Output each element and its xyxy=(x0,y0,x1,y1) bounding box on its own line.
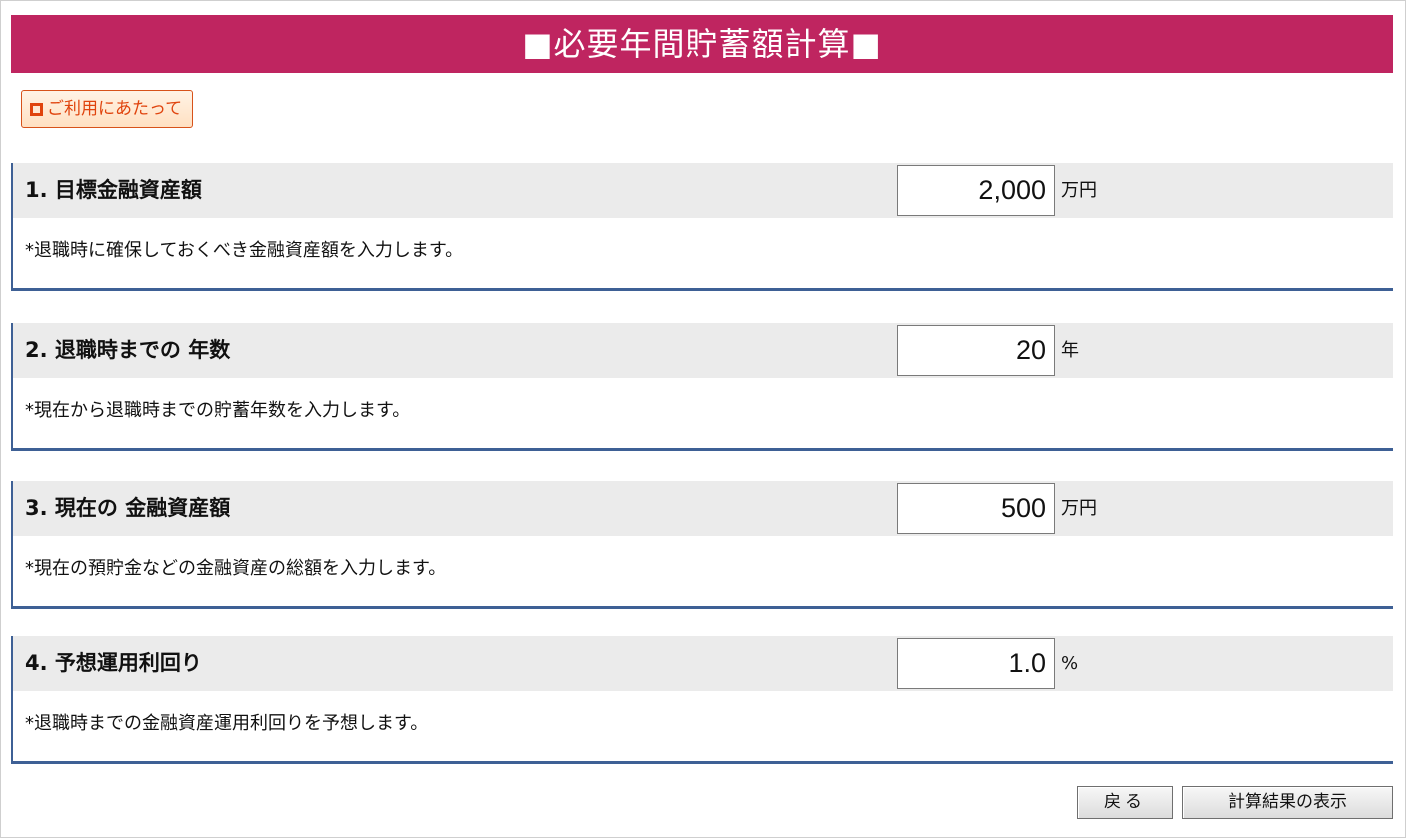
unit-label: 万円 xyxy=(1061,180,1097,201)
unit-label: 年 xyxy=(1061,340,1079,361)
usage-guide-button[interactable]: ご利用にあたって xyxy=(21,90,194,128)
show-result-button[interactable]: 計算結果の表示 xyxy=(1182,786,1393,819)
page-frame: ■必要年間貯蓄額計算■ ご利用にあたって 1. 目標金融資産額 2,000 万円… xyxy=(0,0,1406,838)
usage-guide-label: ご利用にあたって xyxy=(47,99,183,119)
section-label: 1. 目標金融資産額 xyxy=(25,178,202,202)
section-header: 1. 目標金融資産額 2,000 万円 xyxy=(13,163,1393,218)
section-label: 3. 現在の 金融資産額 xyxy=(25,496,231,520)
section-header: 4. 予想運用利回り 1.0 % xyxy=(13,636,1393,691)
expected-yield-input[interactable]: 1.0 xyxy=(897,638,1055,689)
target-assets-section: 1. 目標金融資産額 2,000 万円 *退職時に確保しておくべき金融資産額を入… xyxy=(11,163,1393,291)
page-title: ■必要年間貯蓄額計算■ xyxy=(11,15,1393,73)
unit-label: 万円 xyxy=(1061,498,1097,519)
expected-yield-section: 4. 予想運用利回り 1.0 % *退職時までの金融資産運用利回りを予想します。 xyxy=(11,636,1393,764)
section-label: 2. 退職時までの 年数 xyxy=(25,338,231,362)
unit-label: % xyxy=(1061,653,1079,674)
external-link-icon xyxy=(30,102,43,116)
section-label: 4. 予想運用利回り xyxy=(25,651,202,675)
section-header: 2. 退職時までの 年数 20 年 xyxy=(13,323,1393,378)
section-description: *退職時までの金融資産運用利回りを予想します。 xyxy=(25,713,429,734)
back-button[interactable]: 戻る xyxy=(1077,786,1173,819)
section-description: *退職時に確保しておくべき金融資産額を入力します。 xyxy=(25,240,464,261)
target-assets-input[interactable]: 2,000 xyxy=(897,165,1055,216)
current-assets-section: 3. 現在の 金融資産額 500 万円 *現在の預貯金などの金融資産の総額を入力… xyxy=(11,481,1393,609)
section-header: 3. 現在の 金融資産額 500 万円 xyxy=(13,481,1393,536)
section-description: *現在から退職時までの貯蓄年数を入力します。 xyxy=(25,400,411,421)
years-to-retirement-section: 2. 退職時までの 年数 20 年 *現在から退職時までの貯蓄年数を入力します。 xyxy=(11,323,1393,451)
current-assets-input[interactable]: 500 xyxy=(897,483,1055,534)
years-to-retirement-input[interactable]: 20 xyxy=(897,325,1055,376)
section-description: *現在の預貯金などの金融資産の総額を入力します。 xyxy=(25,558,447,579)
